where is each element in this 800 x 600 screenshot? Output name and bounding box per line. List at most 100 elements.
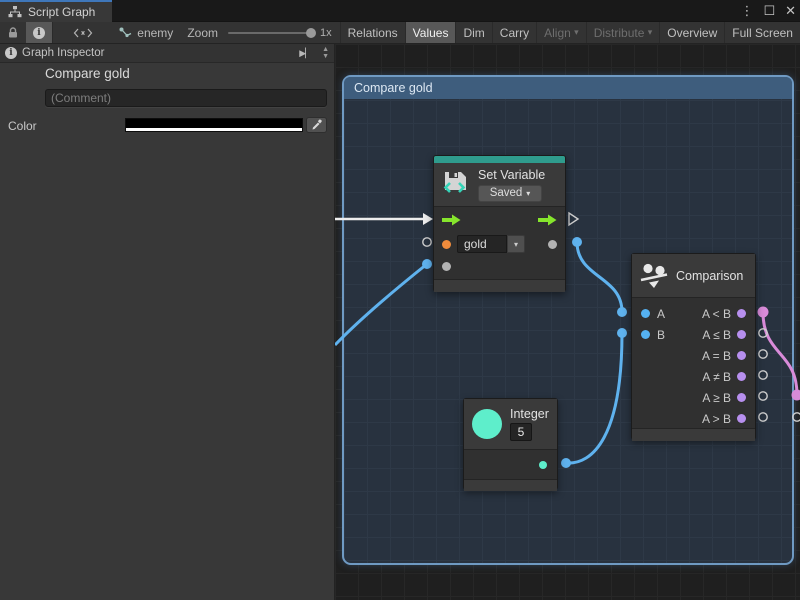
graph-asset-icon — [119, 27, 132, 39]
input-b-label: B — [657, 328, 665, 342]
inspector-toggle-button[interactable]: i — [26, 22, 53, 43]
integer-type-icon — [472, 409, 502, 439]
integer-output-port[interactable] — [539, 461, 547, 469]
chevron-down-icon: ▾ — [574, 27, 579, 38]
save-variable-icon — [442, 170, 470, 200]
color-label: Color — [8, 119, 37, 133]
tab-script-graph[interactable]: Script Graph — [0, 0, 112, 22]
relations-label: Relations — [348, 26, 398, 40]
toolbar-gap — [100, 22, 113, 43]
graph-inspector-panel: i Graph Inspector ▶▏ ▲ ▼ Compare gold Co… — [0, 44, 335, 600]
values-label: Values — [413, 26, 449, 40]
output-label: A = B — [702, 349, 731, 363]
align-button[interactable]: Align ▾ — [537, 22, 587, 43]
panel-spinner[interactable]: ▲ ▼ — [322, 46, 329, 60]
graph-toolbar: i enemy Zoom 1x Relations — [0, 22, 800, 44]
graph-canvas[interactable]: Compare gold — [335, 44, 800, 600]
toolbar-gap — [53, 22, 66, 43]
maximize-icon[interactable]: ☐ — [763, 3, 775, 19]
flow-out-arrow[interactable] — [538, 214, 557, 226]
output-a-gte-b-port[interactable] — [737, 393, 746, 402]
carry-button[interactable]: Carry — [493, 22, 537, 43]
chevron-down-icon: ▾ — [648, 27, 653, 38]
zoom-slider-knob[interactable] — [306, 28, 316, 38]
value-output-port[interactable] — [548, 240, 557, 249]
code-icon — [73, 28, 93, 38]
output-a-gt-b-port[interactable] — [737, 414, 746, 423]
group-header[interactable]: Compare gold — [344, 77, 792, 99]
node-title: Set Variable — [478, 168, 545, 182]
fullscreen-button[interactable]: Full Screen — [725, 22, 800, 43]
variable-kind-strip — [434, 156, 565, 163]
dim-label: Dim — [463, 26, 484, 40]
output-label: A ≥ B — [702, 391, 731, 405]
info-icon: i — [5, 47, 17, 59]
overview-label: Overview — [667, 26, 717, 40]
output-label: A < B — [702, 307, 731, 321]
input-a-label: A — [657, 307, 665, 321]
chevron-down-icon: ▾ — [526, 189, 530, 198]
output-a-eq-b-port[interactable] — [737, 351, 746, 360]
chevron-down-icon: ▾ — [507, 235, 525, 253]
graph-reference[interactable]: enemy — [113, 22, 179, 43]
fullscreen-label: Full Screen — [732, 26, 793, 40]
distribute-button[interactable]: Distribute ▾ — [587, 22, 661, 43]
values-button[interactable]: Values — [406, 22, 457, 43]
input-a-port[interactable] — [641, 309, 650, 318]
output-label: A > B — [702, 412, 731, 426]
dock-icon[interactable]: ▶▏ — [299, 48, 311, 59]
graph-title: Compare gold — [45, 66, 130, 81]
node-title: Comparison — [676, 269, 743, 283]
node-title: Integer — [510, 407, 549, 421]
spinner-up-icon[interactable]: ▲ — [322, 46, 329, 53]
graph-reference-name: enemy — [137, 26, 173, 40]
color-swatch[interactable] — [125, 118, 303, 132]
integer-value-field[interactable]: 5 — [510, 423, 532, 441]
node-footer — [632, 428, 755, 441]
carry-label: Carry — [500, 26, 529, 40]
tab-bar: Script Graph ⋮ ☐ ✕ — [0, 0, 800, 22]
output-label: A ≠ B — [702, 370, 731, 384]
node-footer — [464, 479, 557, 491]
dim-button[interactable]: Dim — [456, 22, 492, 43]
variable-scope-dropdown[interactable]: Saved ▾ — [478, 185, 542, 202]
output-a-lte-b-port[interactable] — [737, 330, 746, 339]
zoom-label: Zoom — [187, 26, 218, 40]
scope-value: Saved — [490, 187, 523, 199]
tab-title: Script Graph — [28, 5, 95, 19]
graph-inspector-header[interactable]: i Graph Inspector ▶▏ ▲ ▼ — [0, 44, 334, 63]
output-label: A ≤ B — [702, 328, 731, 342]
script-graph-icon — [8, 6, 22, 18]
panel-title: Graph Inspector — [22, 47, 104, 59]
lock-button[interactable] — [0, 22, 26, 43]
node-footer — [434, 279, 565, 292]
zoom-level: 1x — [320, 27, 332, 39]
info-icon: i — [33, 27, 45, 39]
code-view-button[interactable] — [66, 22, 100, 43]
node-set-variable[interactable]: Set Variable Saved ▾ — [433, 155, 566, 292]
spinner-down-icon[interactable]: ▼ — [322, 53, 329, 60]
comparison-scale-icon — [640, 263, 668, 289]
eyedropper-button[interactable] — [306, 117, 327, 133]
value-input-port[interactable] — [442, 262, 451, 271]
output-a-lt-b-port[interactable] — [737, 309, 746, 318]
node-integer[interactable]: Integer 5 — [463, 398, 558, 490]
zoom-control: Zoom 1x — [179, 22, 339, 43]
zoom-slider[interactable] — [228, 32, 314, 34]
window-menu-icon[interactable]: ⋮ — [740, 3, 753, 19]
node-comparison[interactable]: Comparison A A < B B A ≤ B — [631, 253, 756, 440]
comment-input[interactable] — [45, 89, 327, 107]
variable-name-value: gold — [457, 235, 507, 253]
overview-button[interactable]: Overview — [660, 22, 725, 43]
group-title: Compare gold — [354, 81, 433, 95]
lock-icon — [7, 26, 19, 39]
output-a-neq-b-port[interactable] — [737, 372, 746, 381]
flow-in-arrow[interactable] — [442, 214, 461, 226]
relations-button[interactable]: Relations — [340, 22, 406, 43]
close-icon[interactable]: ✕ — [785, 3, 796, 19]
eyedropper-icon — [311, 119, 323, 131]
input-b-port[interactable] — [641, 330, 650, 339]
variable-name-dropdown[interactable]: gold ▾ — [457, 235, 525, 253]
distribute-label: Distribute — [594, 26, 645, 40]
variable-name-port[interactable] — [442, 240, 451, 249]
